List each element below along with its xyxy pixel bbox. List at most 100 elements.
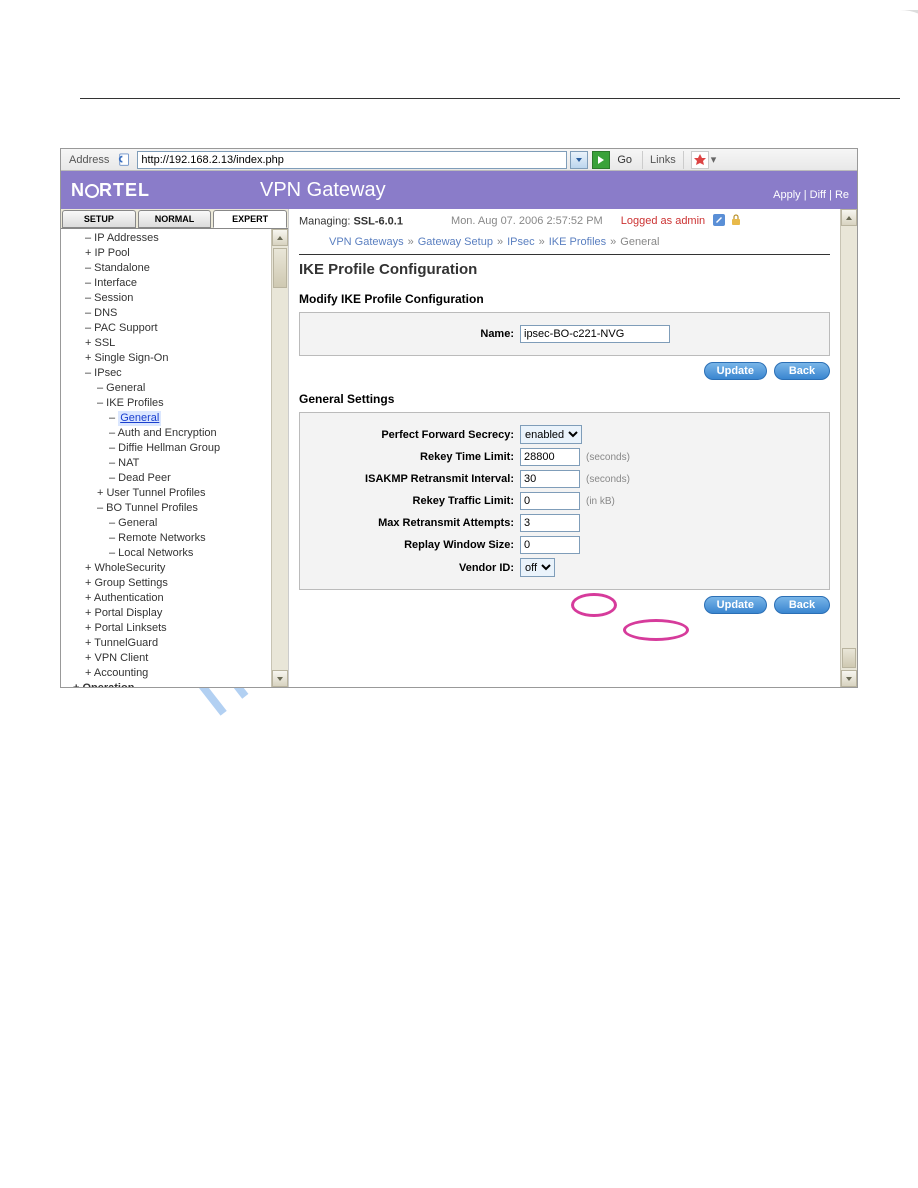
- nav-item[interactable]: – DNS: [67, 306, 271, 321]
- isakmp-input[interactable]: [520, 470, 580, 488]
- nav-item[interactable]: + Group Settings: [67, 576, 271, 591]
- update-button[interactable]: Update: [704, 596, 767, 614]
- back-button[interactable]: Back: [774, 596, 830, 614]
- managing-label: Managing: SSL-6.0.1: [299, 215, 403, 227]
- brand-logo: NRTEL: [71, 180, 150, 201]
- nav-item[interactable]: + IP Pool: [67, 246, 271, 261]
- nav-item[interactable]: – IPsec: [67, 366, 271, 381]
- banner-actions: Apply | Diff | Re: [773, 189, 849, 201]
- crumb-link[interactable]: VPN Gateways: [329, 236, 404, 248]
- nav-item[interactable]: – PAC Support: [67, 321, 271, 336]
- nav-item[interactable]: + Operation: [67, 681, 271, 687]
- address-label: Address: [65, 154, 113, 166]
- toolbar-separator: [642, 151, 643, 169]
- nav-item[interactable]: + Portal Linksets: [67, 621, 271, 636]
- crumb-link[interactable]: IPsec: [507, 236, 535, 248]
- address-bar: Address Go Links ▾: [61, 149, 857, 171]
- toolbar-extension-icon[interactable]: [691, 151, 709, 169]
- main-scrollbar[interactable]: [840, 209, 857, 687]
- nav-item[interactable]: – IP Addresses: [67, 231, 271, 246]
- vendor-id-select[interactable]: off: [520, 558, 555, 577]
- scroll-down-icon[interactable]: [272, 670, 288, 687]
- context-bar: Managing: SSL-6.0.1 Mon. Aug 07. 2006 2:…: [299, 209, 830, 234]
- nav-item[interactable]: – Session: [67, 291, 271, 306]
- replay-label: Replay Window Size:: [310, 539, 520, 551]
- scroll-track[interactable]: [272, 290, 288, 670]
- rekey-traffic-unit: (in kB): [586, 496, 615, 507]
- nav-item[interactable]: – General: [67, 381, 271, 396]
- name-input[interactable]: [520, 325, 670, 343]
- address-input[interactable]: [137, 151, 567, 169]
- max-retrans-label: Max Retransmit Attempts:: [310, 517, 520, 529]
- page-title: IKE Profile Configuration: [299, 261, 830, 278]
- sidebar-scrollbar[interactable]: [271, 229, 288, 687]
- main-panel: Managing: SSL-6.0.1 Mon. Aug 07. 2006 2:…: [289, 209, 857, 687]
- title-rule: [299, 254, 830, 255]
- rekey-time-label: Rekey Time Limit:: [310, 451, 520, 463]
- address-dropdown-icon[interactable]: [570, 151, 588, 169]
- tab-setup[interactable]: SETUP: [62, 210, 136, 228]
- rekey-time-unit: (seconds): [586, 452, 630, 463]
- go-button[interactable]: [592, 151, 610, 169]
- rekey-traffic-input[interactable]: [520, 492, 580, 510]
- crumb-link[interactable]: IKE Profiles: [549, 236, 606, 248]
- nav-item[interactable]: – Remote Networks: [67, 531, 271, 546]
- scroll-up-icon[interactable]: [841, 209, 857, 226]
- nav-item[interactable]: + Portal Display: [67, 606, 271, 621]
- page-top-rule: [80, 98, 900, 99]
- nav-item[interactable]: – Interface: [67, 276, 271, 291]
- name-label: Name:: [310, 328, 520, 340]
- scroll-up-icon[interactable]: [272, 229, 288, 246]
- update-button[interactable]: Update: [704, 362, 767, 380]
- nav-item[interactable]: – IKE Profiles: [67, 396, 271, 411]
- isakmp-unit: (seconds): [586, 474, 630, 485]
- nav-item[interactable]: – NAT: [67, 456, 271, 471]
- nav-item[interactable]: + TunnelGuard: [67, 636, 271, 651]
- scroll-thumb[interactable]: [273, 248, 287, 288]
- scroll-thumb[interactable]: [842, 648, 856, 668]
- nav-item[interactable]: – Standalone: [67, 261, 271, 276]
- revert-link[interactable]: Re: [835, 189, 849, 201]
- nav-item[interactable]: + SSL: [67, 336, 271, 351]
- nav-item[interactable]: – Dead Peer: [67, 471, 271, 486]
- scroll-down-icon[interactable]: [841, 670, 857, 687]
- lock-icon: [729, 213, 743, 230]
- app-title: VPN Gateway: [260, 179, 386, 202]
- nav-item[interactable]: – Local Networks: [67, 546, 271, 561]
- toolbar-separator: [683, 151, 684, 169]
- nav-item[interactable]: + Authentication: [67, 591, 271, 606]
- breadcrumb: VPN Gateways»Gateway Setup»IPsec»IKE Pro…: [299, 234, 830, 254]
- crumb-link[interactable]: Gateway Setup: [418, 236, 493, 248]
- pfs-label: Perfect Forward Secrecy:: [310, 429, 520, 441]
- edit-icon[interactable]: [712, 213, 726, 230]
- tab-normal[interactable]: NORMAL: [138, 210, 212, 228]
- nav-item[interactable]: – BO Tunnel Profiles: [67, 501, 271, 516]
- nav-item[interactable]: – General: [67, 411, 271, 426]
- pfs-select[interactable]: enabled: [520, 425, 582, 444]
- back-button[interactable]: Back: [774, 362, 830, 380]
- rekey-traffic-label: Rekey Traffic Limit:: [310, 495, 520, 507]
- crumb-current: General: [620, 236, 659, 248]
- modify-section-title: Modify IKE Profile Configuration: [299, 292, 830, 306]
- nav-item[interactable]: + VPN Client: [67, 651, 271, 666]
- brand-suffix: RTEL: [99, 180, 150, 200]
- nav-item[interactable]: – Auth and Encryption: [67, 426, 271, 441]
- nav-item[interactable]: – General: [67, 516, 271, 531]
- scroll-track[interactable]: [841, 226, 857, 646]
- links-label: Links: [650, 154, 676, 166]
- diff-link[interactable]: Diff: [810, 189, 826, 201]
- max-retrans-input[interactable]: [520, 514, 580, 532]
- name-buttons: Update Back: [299, 362, 830, 380]
- apply-link[interactable]: Apply: [773, 189, 801, 201]
- nav-item[interactable]: + User Tunnel Profiles: [67, 486, 271, 501]
- nav-item[interactable]: – Diffie Hellman Group: [67, 441, 271, 456]
- page-corner-logo: [828, 10, 918, 90]
- chevron-down-icon[interactable]: ▾: [711, 153, 717, 166]
- rekey-time-input[interactable]: [520, 448, 580, 466]
- tab-expert[interactable]: EXPERT: [213, 210, 287, 228]
- nav-item[interactable]: + Single Sign-On: [67, 351, 271, 366]
- nav-item[interactable]: + Accounting: [67, 666, 271, 681]
- nav-item[interactable]: + WholeSecurity: [67, 561, 271, 576]
- server-time: Mon. Aug 07. 2006 2:57:52 PM: [451, 215, 603, 227]
- replay-input[interactable]: [520, 536, 580, 554]
